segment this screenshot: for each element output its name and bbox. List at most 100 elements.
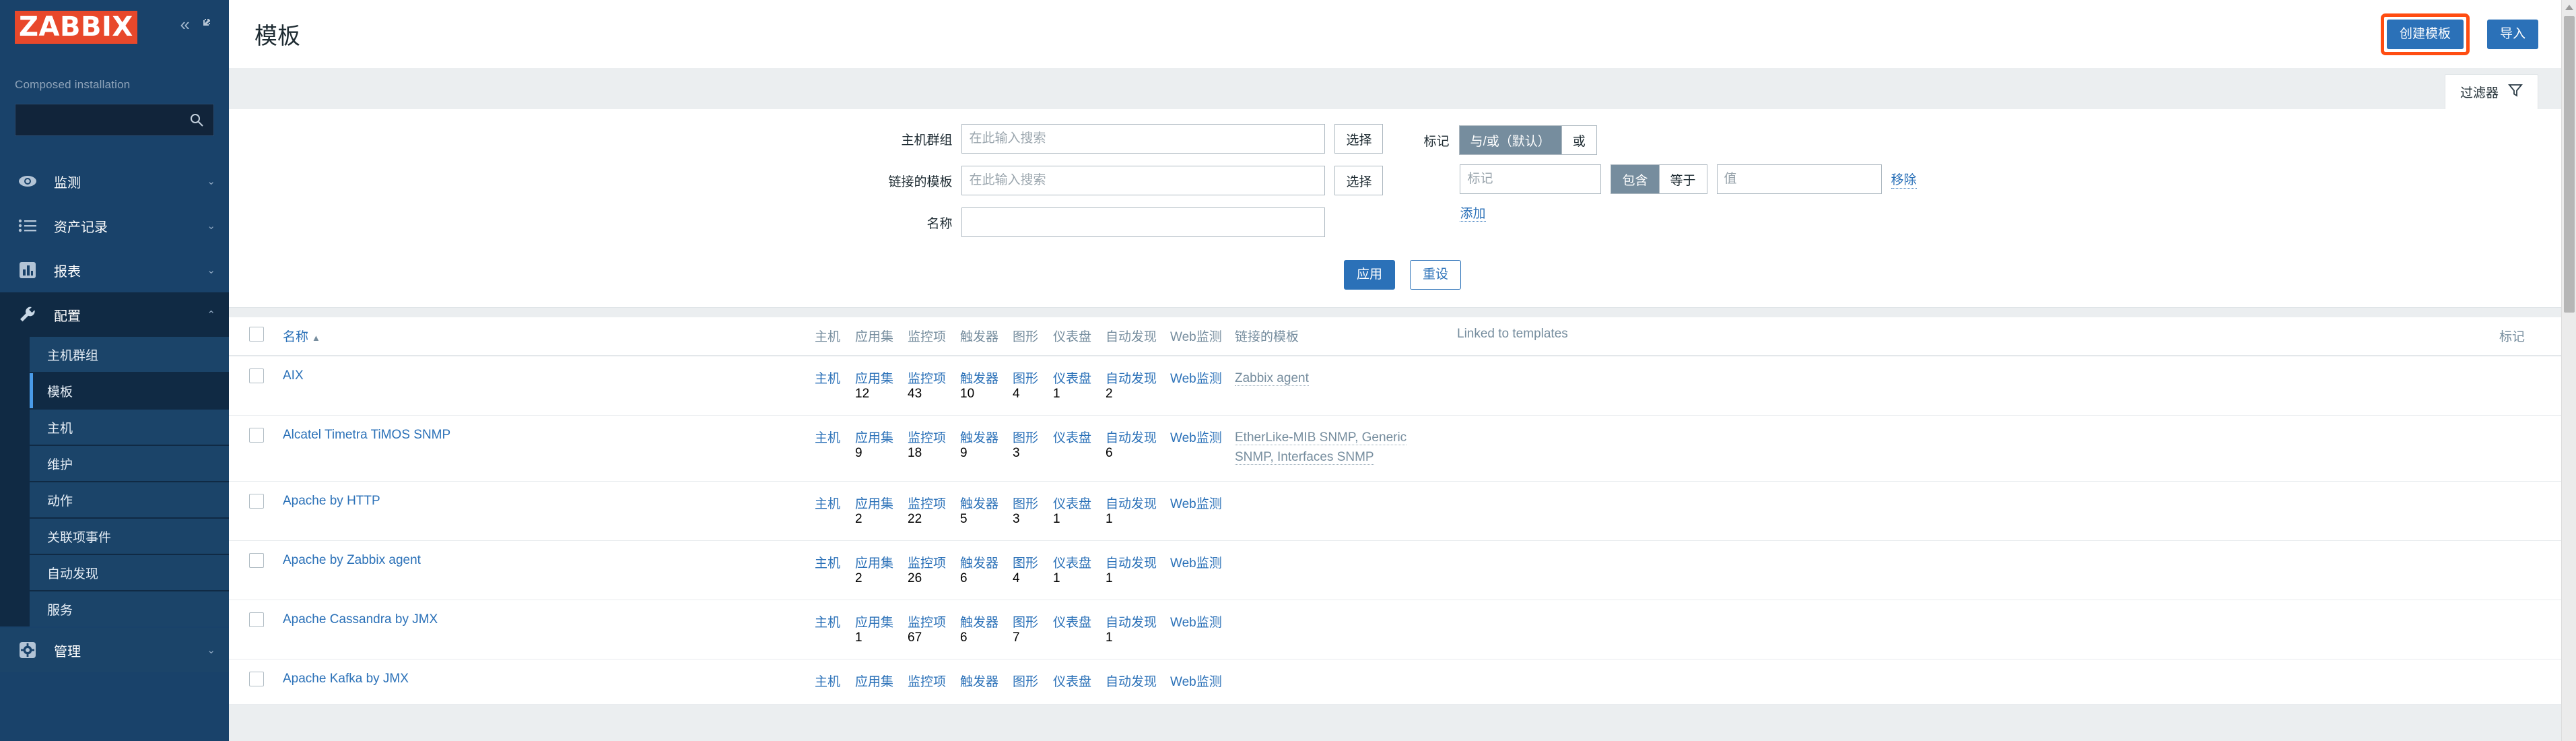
hosts-link[interactable]: 主机 [815,497,840,511]
sidebar-item-hosts[interactable]: 主机 [30,410,229,445]
linked-template-input[interactable] [961,166,1325,195]
graphs-link[interactable]: 图形 [1013,616,1038,630]
scrollbar-thumb[interactable] [2564,16,2575,313]
host-group-select-button[interactable]: 选择 [1334,124,1383,154]
tag-value-input[interactable] [1717,164,1882,194]
dashboards-link[interactable]: 仪表盘 [1053,372,1091,386]
create-template-button[interactable]: 创建模板 [2387,20,2464,49]
row-checkbox[interactable] [249,368,264,383]
graphs-link[interactable]: 图形 [1013,372,1038,386]
host-group-input[interactable] [961,124,1325,154]
dashboards-link[interactable]: 仪表盘 [1053,616,1091,630]
graphs-link[interactable]: 图形 [1013,497,1038,511]
row-checkbox[interactable] [249,494,264,509]
sidebar-item-discovery[interactable]: 自动发现 [30,555,229,590]
triggers-link[interactable]: 触发器 [960,372,998,386]
triggers-link[interactable]: 触发器 [960,497,998,511]
template-name-link[interactable]: Apache by Zabbix agent [283,553,421,567]
sidebar-item-inventory[interactable]: 资产记录 ⌄ [0,203,229,248]
tag-evaltype-andor[interactable]: 与/或（默认） [1460,126,1562,154]
sidebar-item-services[interactable]: 服务 [30,591,229,626]
template-name-link[interactable]: Alcatel Timetra TiMOS SNMP [283,428,450,442]
reset-button[interactable]: 重设 [1410,260,1461,290]
compact-view-icon[interactable] [202,18,215,31]
graphs-link[interactable]: 图形 [1013,675,1038,689]
graphs-link[interactable]: 图形 [1013,556,1038,571]
applications-link[interactable]: 应用集 [855,556,893,571]
import-button[interactable]: 导入 [2487,20,2538,49]
discovery-link[interactable]: 自动发现 [1106,556,1157,571]
web-link[interactable]: Web监测 [1170,431,1222,445]
search-input[interactable] [15,104,213,135]
dashboards-link[interactable]: 仪表盘 [1053,497,1091,511]
row-checkbox[interactable] [249,612,264,627]
items-link[interactable]: 监控项 [908,556,946,571]
discovery-link[interactable]: 自动发现 [1106,372,1157,386]
sidebar-item-monitoring[interactable]: 监测 ⌄ [0,159,229,203]
row-checkbox[interactable] [249,553,264,568]
linked-template-link[interactable]: Zabbix agent [1235,371,1309,386]
dashboards-link[interactable]: 仪表盘 [1053,675,1091,689]
sidebar-item-maintenance[interactable]: 维护 [30,446,229,481]
template-name-link[interactable]: AIX [283,368,304,383]
sidebar-item-templates[interactable]: 模板 [30,373,229,408]
tag-operator-equals[interactable]: 等于 [1660,165,1707,193]
sidebar-item-configuration[interactable]: 配置 ⌃ [0,292,229,337]
row-checkbox[interactable] [249,672,264,686]
applications-link[interactable]: 应用集 [855,497,893,511]
items-link[interactable]: 监控项 [908,675,946,689]
apply-button[interactable]: 应用 [1344,260,1395,290]
discovery-link[interactable]: 自动发现 [1106,431,1157,445]
header-name[interactable]: 名称▲ [279,317,811,356]
linked-template-select-button[interactable]: 选择 [1334,166,1383,195]
triggers-link[interactable]: 触发器 [960,556,998,571]
discovery-link[interactable]: 自动发现 [1106,616,1157,630]
tag-add-link[interactable]: 添加 [1460,207,1485,222]
sidebar-item-reports[interactable]: 报表 ⌄ [0,248,229,292]
items-link[interactable]: 监控项 [908,497,946,511]
sidebar-item-administration[interactable]: 管理 ⌄ [0,628,229,672]
hosts-link[interactable]: 主机 [815,616,840,630]
web-link[interactable]: Web监测 [1170,556,1222,571]
template-name-link[interactable]: Apache Cassandra by JMX [283,612,438,626]
discovery-link[interactable]: 自动发现 [1106,675,1157,689]
row-checkbox[interactable] [249,428,264,443]
triggers-link[interactable]: 触发器 [960,616,998,630]
tag-evaltype-or[interactable]: 或 [1562,126,1596,154]
applications-link[interactable]: 应用集 [855,616,893,630]
scroll-up-arrow-icon[interactable] [2562,0,2576,15]
tag-operator-toggle[interactable]: 包含 等于 [1611,164,1707,194]
triggers-link[interactable]: 触发器 [960,431,998,445]
chevron-double-left-icon[interactable]: « [180,18,190,31]
linked-template-link[interactable]: EtherLike-MIB SNMP, Generic SNMP, Interf… [1235,430,1406,465]
hosts-link[interactable]: 主机 [815,556,840,571]
name-input[interactable] [961,207,1325,237]
template-name-link[interactable]: Apache Kafka by JMX [283,672,409,686]
hosts-link[interactable]: 主机 [815,372,840,386]
template-name-link[interactable]: Apache by HTTP [283,494,380,508]
sidebar-item-host-groups[interactable]: 主机群组 [30,337,229,372]
sidebar-search[interactable] [15,104,214,136]
graphs-link[interactable]: 图形 [1013,431,1038,445]
hosts-link[interactable]: 主机 [815,431,840,445]
web-link[interactable]: Web监测 [1170,372,1222,386]
tag-operator-contains[interactable]: 包含 [1611,165,1659,193]
discovery-link[interactable]: 自动发现 [1106,497,1157,511]
tag-evaltype-toggle[interactable]: 与/或（默认） 或 [1459,125,1597,155]
web-link[interactable]: Web监测 [1170,675,1222,689]
applications-link[interactable]: 应用集 [855,675,893,689]
sidebar-item-actions[interactable]: 动作 [30,482,229,517]
tag-name-input[interactable] [1460,164,1601,194]
items-link[interactable]: 监控项 [908,372,946,386]
web-link[interactable]: Web监测 [1170,616,1222,630]
dashboards-link[interactable]: 仪表盘 [1053,556,1091,571]
tab-filter[interactable]: 过滤器 [2445,74,2538,109]
web-link[interactable]: Web监测 [1170,497,1222,511]
triggers-link[interactable]: 触发器 [960,675,998,689]
vertical-scrollbar[interactable] [2561,0,2576,741]
applications-link[interactable]: 应用集 [855,372,893,386]
tag-remove-link[interactable]: 移除 [1891,170,1917,189]
hosts-link[interactable]: 主机 [815,675,840,689]
header-name-label[interactable]: 名称 [283,330,308,344]
items-link[interactable]: 监控项 [908,616,946,630]
